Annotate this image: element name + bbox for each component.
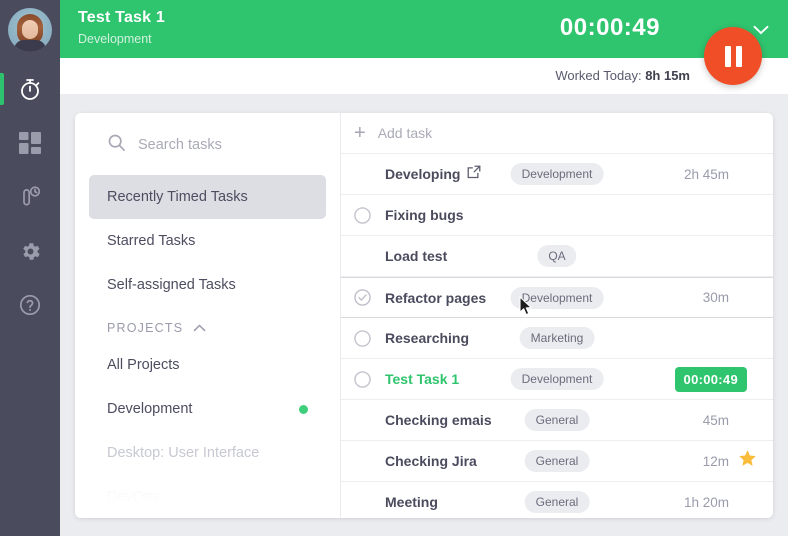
task-tag: Development — [510, 368, 604, 390]
task-name: Meeting — [385, 494, 438, 510]
pause-icon-bar-left — [724, 45, 731, 67]
sidebar-project-desktop-user-interface[interactable]: Desktop: User Interface — [89, 431, 326, 475]
table-row[interactable]: Meeting General 1h 20m — [341, 482, 773, 518]
task-name: Researching — [385, 330, 470, 346]
table-row[interactable]: Checking emais General 45m — [341, 400, 773, 441]
worked-today-text: Worked Today: 8h 15m — [555, 68, 690, 83]
sidebar-item-label: Self-assigned Tasks — [107, 277, 236, 293]
top-header: Test Task 1 Development 00:00:49 — [60, 0, 788, 58]
sidebar-item-starred-tasks[interactable]: Starred Tasks — [89, 219, 326, 263]
rail-item-timesheet[interactable] — [0, 170, 60, 224]
pause-icon-bar-right — [735, 45, 742, 67]
rail-item-dashboard[interactable] — [0, 116, 60, 170]
task-name: Developing — [385, 166, 461, 182]
active-indicator — [0, 73, 4, 105]
avatar[interactable] — [8, 8, 52, 52]
task-duration: 12m — [702, 453, 729, 469]
sidebar-item-self-assigned-tasks[interactable]: Self-assigned Tasks — [89, 263, 326, 307]
project-label: All Projects — [107, 357, 180, 373]
rail-item-help[interactable] — [0, 278, 60, 332]
add-task-button[interactable]: + Add task — [341, 113, 773, 154]
project-label: Development — [107, 401, 193, 417]
table-row[interactable]: Researching Marketing — [341, 318, 773, 359]
search-row[interactable] — [75, 113, 340, 175]
task-checkbox-unchecked[interactable] — [354, 370, 371, 388]
task-name: Fixing bugs — [385, 207, 464, 223]
task-tag: Marketing — [519, 327, 595, 349]
sidebar-item-label: Starred Tasks — [107, 233, 196, 249]
task-name: Checking Jira — [385, 453, 477, 469]
task-tag: Development — [510, 286, 604, 309]
search-icon — [107, 133, 126, 157]
edit-time-icon — [18, 185, 42, 209]
worked-today-value: 8h 15m — [645, 68, 690, 83]
sidebar-item-label: Recently Timed Tasks — [107, 189, 248, 205]
project-active-dot — [299, 404, 308, 414]
add-task-label: Add task — [377, 125, 433, 141]
avatar-body — [14, 40, 46, 52]
chevron-up-icon — [193, 321, 206, 335]
help-circle-icon — [18, 293, 42, 317]
header-project-label: Development — [78, 32, 152, 46]
sidebar-project-all-projects[interactable]: All Projects — [89, 343, 326, 387]
pause-button[interactable] — [704, 27, 762, 85]
rail-item-settings[interactable] — [0, 224, 60, 278]
task-checkbox-checked[interactable] — [354, 289, 371, 306]
worked-today-bar: Worked Today: 8h 15m — [60, 58, 788, 94]
task-filter-pane: Recently Timed Tasks Starred Tasks Self-… — [75, 113, 341, 518]
stopwatch-icon — [17, 76, 43, 102]
page-title: Test Task 1 — [78, 9, 165, 26]
table-row[interactable]: Developing Development 2h 45m — [341, 154, 773, 195]
rail-item-timer[interactable] — [0, 62, 60, 116]
gear-icon — [19, 240, 42, 263]
sidebar-project-development[interactable]: Development — [89, 387, 326, 431]
project-label: Desktop: User Interface — [107, 445, 260, 461]
projects-header-label: PROJECTS — [107, 321, 184, 335]
projects-section-header[interactable]: PROJECTS — [75, 307, 340, 343]
task-tag: QA — [537, 245, 577, 267]
icon-rail — [0, 0, 60, 536]
task-tag: General — [524, 409, 590, 431]
task-duration: 45m — [702, 412, 729, 428]
table-row-active[interactable]: Test Task 1 Development 00:00:49 — [341, 359, 773, 400]
plus-icon: + — [354, 122, 366, 144]
worked-today-label: Worked Today: — [555, 68, 642, 83]
project-label: DevOps — [107, 489, 160, 505]
task-duration: 1h 20m — [683, 494, 729, 510]
table-row[interactable]: Refactor pages Development 30m — [341, 277, 773, 318]
task-tag: Development — [510, 163, 604, 185]
star-icon[interactable] — [738, 449, 757, 473]
task-name: Checking emais — [385, 412, 492, 428]
search-input[interactable] — [138, 137, 308, 153]
external-link-icon[interactable] — [467, 165, 481, 184]
task-tag: General — [524, 491, 590, 513]
sidebar-project-devops[interactable]: DevOps — [89, 475, 326, 518]
table-row[interactable]: Checking Jira General 12m — [341, 441, 773, 482]
task-name: Test Task 1 — [385, 371, 460, 387]
task-checkbox-unchecked[interactable] — [354, 329, 371, 347]
task-name: Load test — [385, 248, 448, 264]
task-list: + Add task Developing Development 2h 45m… — [341, 113, 773, 518]
content-area: Recently Timed Tasks Starred Tasks Self-… — [60, 94, 788, 536]
sidebar-item-recently-timed-tasks[interactable]: Recently Timed Tasks — [89, 175, 326, 219]
task-tag: General — [524, 450, 590, 472]
task-duration: 2h 45m — [683, 166, 729, 182]
running-timer-badge[interactable]: 00:00:49 — [674, 366, 747, 392]
table-row[interactable]: Load test QA — [341, 236, 773, 277]
task-duration: 30m — [702, 290, 729, 305]
dashboard-grid-icon — [19, 132, 41, 154]
app-window: Test Task 1 Development 00:00:49 Worked … — [0, 0, 788, 536]
avatar-face — [22, 20, 38, 39]
header-timer: 00:00:49 — [559, 14, 660, 41]
main-card: Recently Timed Tasks Starred Tasks Self-… — [75, 113, 773, 518]
table-row[interactable]: Fixing bugs — [341, 195, 773, 236]
task-name: Refactor pages — [385, 289, 487, 306]
rail-icon-list — [0, 62, 60, 332]
task-checkbox-unchecked[interactable] — [354, 206, 371, 224]
